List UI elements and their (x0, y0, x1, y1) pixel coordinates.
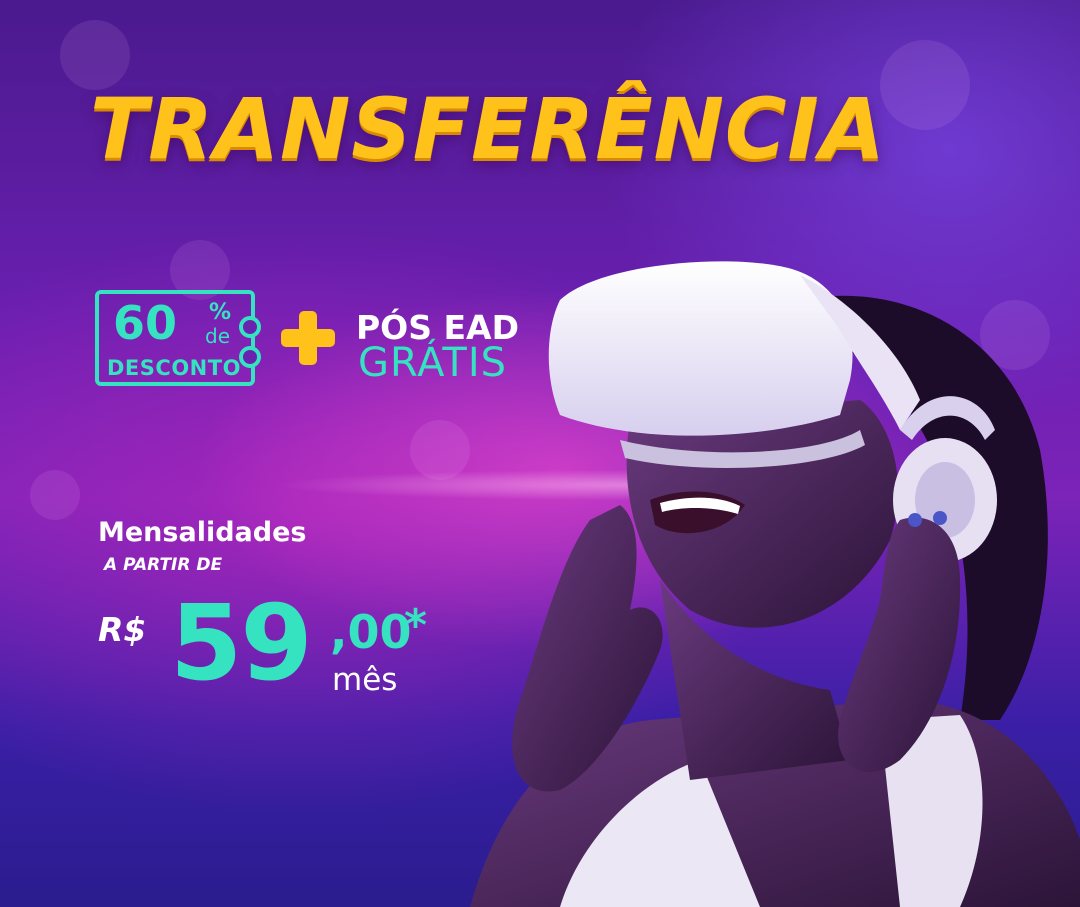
price-decimal: ,00 (330, 605, 412, 659)
a-partir-de-label: A PARTIR DE (104, 555, 223, 575)
coupon-notch (239, 346, 261, 368)
discount-coupon-badge: 60 % de DESCONTO (95, 290, 261, 386)
price-asterisk: * (404, 600, 428, 651)
percent-sign: % (209, 300, 232, 325)
discount-percentage: 60 (113, 296, 178, 350)
mensalidades-label: Mensalidades (98, 517, 307, 548)
coupon-notch (239, 316, 261, 338)
headline-title: TRANSFERÊNCIA (90, 80, 886, 178)
currency-symbol: R$ (98, 610, 147, 649)
gratis-label: GRÁTIS (358, 340, 508, 386)
per-month-label: mês (332, 662, 398, 698)
plus-icon (281, 311, 335, 365)
price-integer: 59 (170, 582, 313, 704)
coupon-de-label: de (205, 324, 230, 348)
promo-banner: TRANSFERÊNCIA 60 % de DESCONTO PÓS EAD G… (0, 0, 1080, 907)
discount-label: DESCONTO (107, 356, 241, 380)
